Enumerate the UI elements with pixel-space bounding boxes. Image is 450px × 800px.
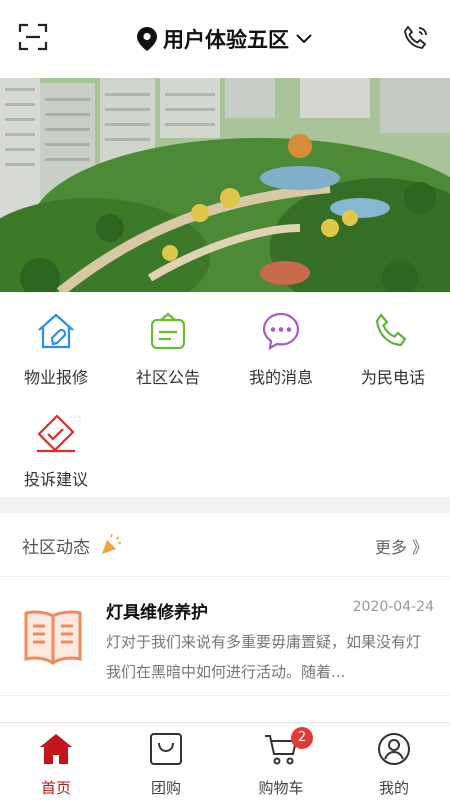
user-icon [378,733,410,765]
tab-mine[interactable]: 我的 [338,731,450,798]
party-popper-icon [102,533,122,554]
quick-action-notice[interactable]: 社区公告 [112,310,224,388]
quick-action-complaint[interactable]: 投诉建议 [0,412,112,490]
cart-icon-wrap: 2 [263,727,313,767]
open-book-icon [24,610,82,665]
tab-label: 我的 [378,779,409,797]
tab-label: 团购 [150,779,181,797]
news-item[interactable]: 灯具维修养护 2020-04-24 灯对于我们来说有多重要毋庸置疑，如果没有灯我… [0,578,450,696]
news-item-description: 灯对于我们来说有多重要毋庸置疑，如果没有灯我们在黑暗中如何进行活动。随着... [106,633,422,681]
cart-badge: 2 [291,727,313,749]
bottom-tab-bar: 首页 团购 2 购物车 我的 [0,722,450,800]
banner-image[interactable] [0,78,450,292]
news-item-title: 灯具维修养护 [106,603,208,623]
quick-action-label: 我的消息 [248,368,313,387]
location-pin-icon [137,27,157,51]
shopping-bag-icon [150,733,182,765]
news-item-date: 2020-04-24 [352,599,434,615]
quick-action-repair[interactable]: 物业报修 [0,310,112,388]
notice-board-icon [150,312,186,350]
tab-home[interactable]: 首页 [0,731,112,798]
top-bar: 用户体验五区 [0,0,450,78]
location-selector[interactable]: 用户体验五区 [0,22,450,56]
phone-icon[interactable] [402,24,430,52]
news-section-header: 社区动态 更多 》 [0,513,450,577]
home-icon [40,734,72,764]
quick-action-label: 投诉建议 [23,470,88,489]
news-section-title: 社区动态 [22,533,123,558]
quick-action-label: 社区公告 [135,368,200,387]
quick-action-hotline[interactable]: 为民电话 [337,310,449,388]
news-more-link[interactable]: 更多 》 [375,534,428,558]
tab-group-buy[interactable]: 团购 [110,731,222,798]
section-divider [0,497,450,513]
tab-label: 首页 [40,779,71,797]
quick-action-label: 为民电话 [360,368,425,387]
complaint-icon [37,414,75,453]
quick-actions: 物业报修 社区公告 我的消息 为民电话 投诉建议 [0,292,450,497]
quick-action-label: 物业报修 [23,368,88,387]
tab-label: 购物车 [258,779,304,797]
message-bubble-icon [262,312,300,351]
chevron-down-icon [296,34,312,44]
phone-icon [375,313,407,347]
community-photo [0,78,450,292]
tab-cart[interactable]: 2 购物车 [225,727,337,798]
location-title: 用户体验五区 [163,28,289,52]
quick-action-messages[interactable]: 我的消息 [225,310,337,388]
repair-house-icon [38,313,74,349]
